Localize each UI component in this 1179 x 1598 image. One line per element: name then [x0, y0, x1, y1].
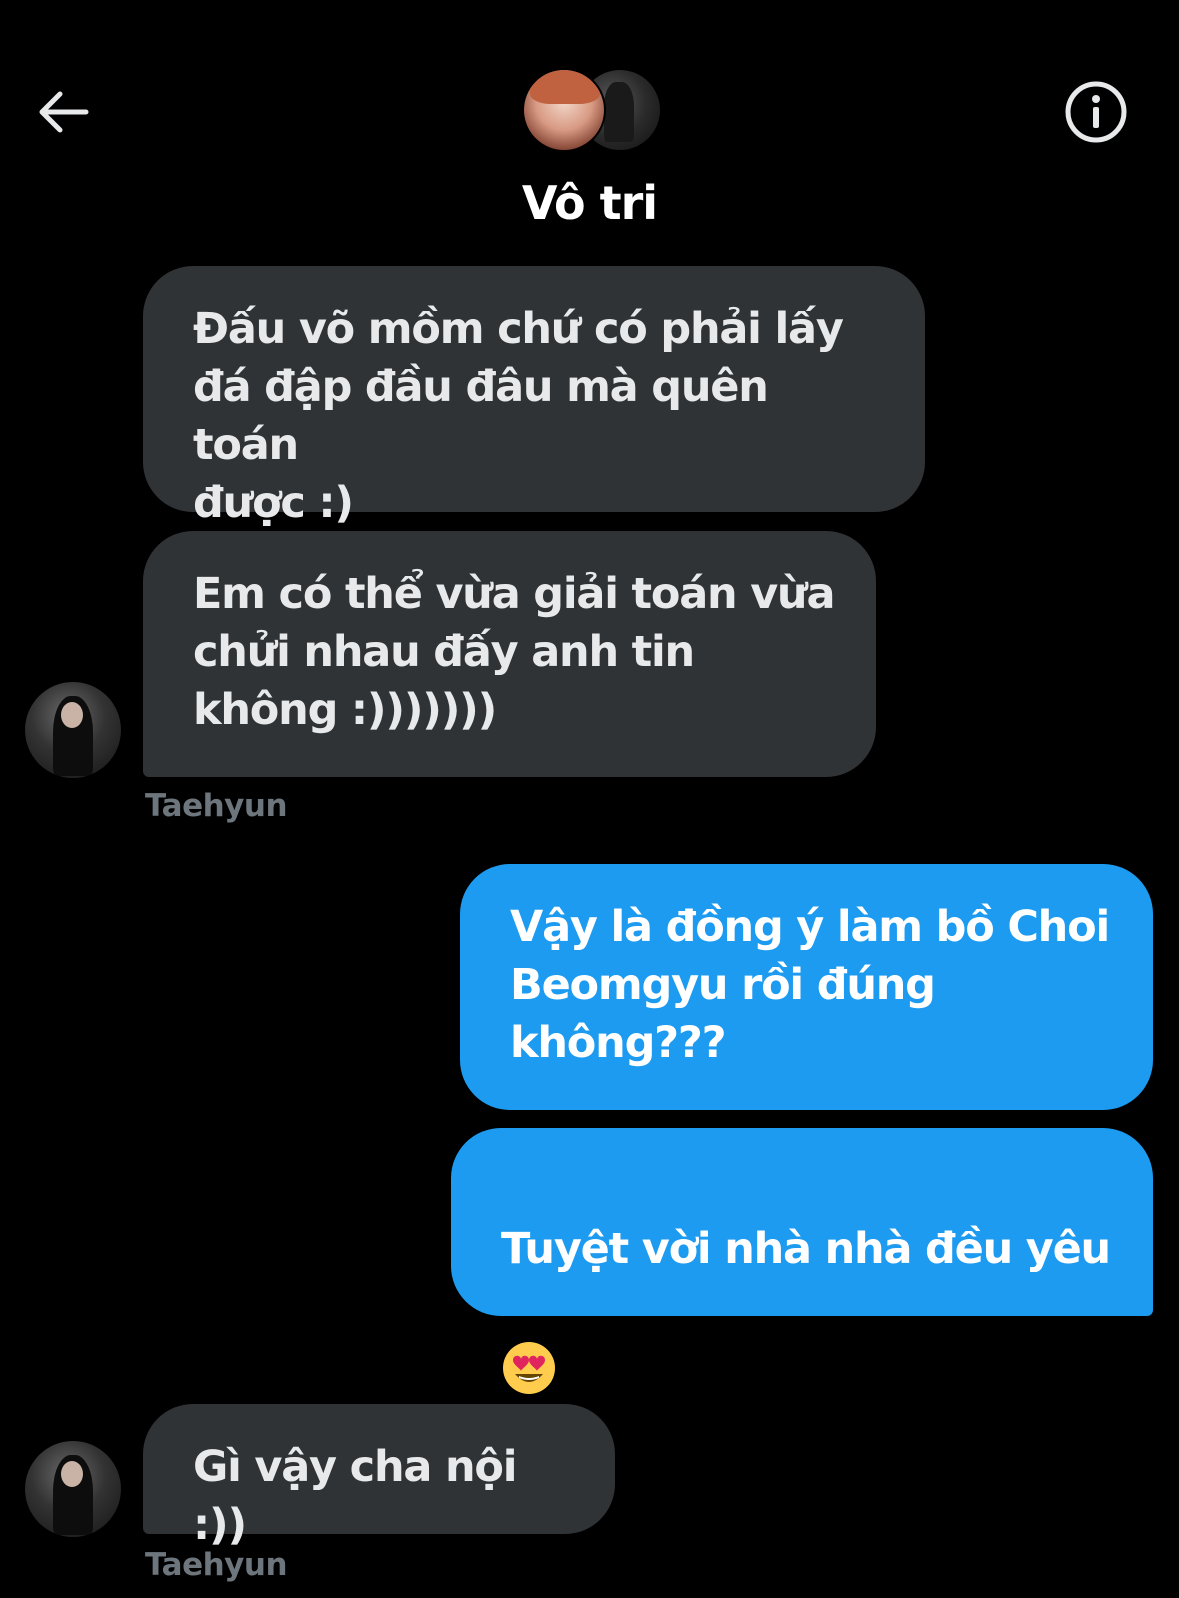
- sender-name: Taehyun: [145, 1547, 288, 1583]
- arrow-left-icon: [39, 91, 89, 133]
- conversation-title[interactable]: Vô tri: [0, 176, 1179, 230]
- heart-eyes-emoji-icon: [503, 1341, 555, 1394]
- message-bubble-incoming[interactable]: Em có thể vừa giải toán vừa chửi nhau đấ…: [143, 531, 876, 777]
- member-avatar: [522, 68, 606, 152]
- message-text: Tuyệt vời nhà nhà đều yêu: [501, 1224, 1111, 1274]
- message-bubble-outgoing[interactable]: Tuyệt vời nhà nhà đều yêu: [451, 1128, 1153, 1394]
- back-button[interactable]: [30, 80, 94, 144]
- message-bubble-incoming[interactable]: Gì vậy cha nội :)): [143, 1404, 615, 1550]
- sender-avatar[interactable]: [25, 682, 121, 778]
- sender-name: Taehyun: [145, 788, 288, 824]
- message-bubble-incoming[interactable]: Đấu võ mồm chứ có phải lấy đá đập đầu đâ…: [143, 266, 925, 528]
- chat-header: Vô tri: [0, 0, 1179, 250]
- info-button[interactable]: [1062, 78, 1130, 146]
- info-icon: [1065, 81, 1127, 143]
- sender-avatar[interactable]: [25, 1441, 121, 1537]
- group-avatar[interactable]: [522, 68, 662, 152]
- message-bubble-outgoing[interactable]: Vậy là đồng ý làm bồ Choi Beomgyu rồi đú…: [460, 864, 1153, 1110]
